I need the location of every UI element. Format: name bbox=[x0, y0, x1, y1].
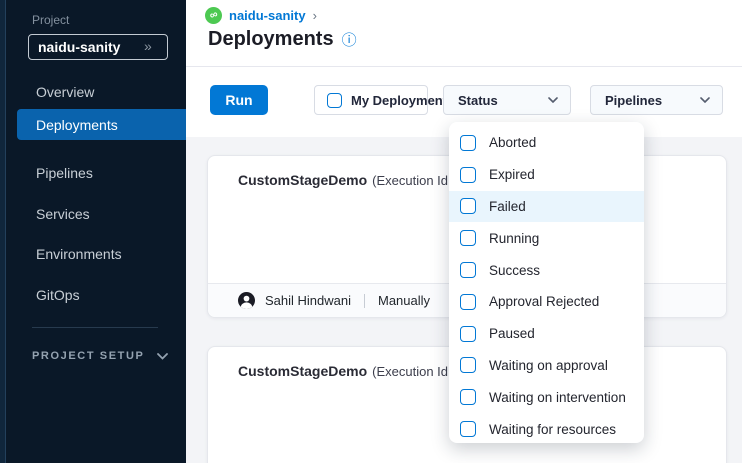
menu-item-expired[interactable]: Expired bbox=[449, 159, 644, 191]
sidebar-item-pipelines[interactable]: Pipelines bbox=[36, 165, 93, 183]
menu-item-paused[interactable]: Paused bbox=[449, 318, 644, 350]
status-filter-menu: Aborted Expired Failed Running Success A… bbox=[449, 122, 644, 443]
page-title: Deployments bbox=[208, 28, 334, 51]
checkbox[interactable] bbox=[460, 294, 476, 310]
project-setup-toggle[interactable]: PROJECT SETUP bbox=[32, 350, 168, 362]
checkbox[interactable] bbox=[460, 198, 476, 214]
pipelines-filter-label: Pipelines bbox=[605, 93, 662, 108]
info-icon[interactable]: ⓘ bbox=[342, 29, 357, 50]
my-deployments-filter[interactable]: My Deployments bbox=[314, 85, 428, 115]
menu-item-success[interactable]: Success bbox=[449, 254, 644, 286]
menu-item-aborted[interactable]: Aborted bbox=[449, 127, 644, 159]
sidebar-item-gitops[interactable]: GitOps bbox=[36, 287, 80, 305]
checkbox[interactable] bbox=[460, 262, 476, 278]
execution-id-text: (Execution Id bbox=[372, 364, 448, 379]
pipelines-filter-dropdown[interactable]: Pipelines bbox=[590, 85, 723, 115]
project-selector-input[interactable] bbox=[28, 34, 168, 60]
checkbox[interactable] bbox=[460, 389, 476, 405]
menu-item-approval-rejected[interactable]: Approval Rejected bbox=[449, 286, 644, 318]
chevron-down-icon bbox=[157, 353, 168, 360]
nav-rail bbox=[0, 0, 6, 463]
my-deployments-label: My Deployments bbox=[351, 93, 454, 108]
menu-item-running[interactable]: Running bbox=[449, 222, 644, 254]
sidebar-item-overview[interactable]: Overview bbox=[36, 84, 94, 102]
breadcrumb: ∞ naidu-sanity › bbox=[205, 7, 317, 24]
trigger-type: Manually bbox=[378, 293, 430, 308]
checkbox[interactable] bbox=[460, 421, 476, 437]
menu-item-waiting-for-resources[interactable]: Waiting for resources bbox=[449, 413, 644, 445]
breadcrumb-chevron-icon: › bbox=[313, 9, 317, 22]
sidebar-item-environments[interactable]: Environments bbox=[36, 246, 122, 264]
menu-item-failed[interactable]: Failed bbox=[449, 191, 644, 223]
sidebar-item-services[interactable]: Services bbox=[36, 206, 90, 224]
checkbox[interactable] bbox=[460, 167, 476, 183]
triggered-by-user[interactable]: Sahil Hindwani bbox=[265, 293, 351, 308]
pipeline-name[interactable]: CustomStageDemo bbox=[238, 363, 367, 379]
project-label: Project bbox=[32, 13, 69, 27]
menu-item-waiting-on-approval[interactable]: Waiting on approval bbox=[449, 350, 644, 382]
main-area: ∞ naidu-sanity › Deployments ⓘ Run My De… bbox=[186, 0, 742, 463]
status-filter-dropdown[interactable]: Status bbox=[443, 85, 571, 115]
my-deployments-checkbox[interactable] bbox=[327, 93, 342, 108]
checkbox[interactable] bbox=[460, 326, 476, 342]
header-divider bbox=[186, 66, 742, 67]
sidebar-divider bbox=[32, 327, 158, 328]
execution-id-text: (Execution Id bbox=[372, 173, 448, 188]
chevron-down-icon bbox=[548, 97, 558, 103]
cd-module-icon: ∞ bbox=[205, 7, 222, 24]
app-window: Project » Overview Deployments Pipelines… bbox=[0, 0, 742, 463]
user-avatar-icon bbox=[238, 292, 255, 309]
status-filter-label: Status bbox=[458, 93, 498, 108]
sidebar: Project » Overview Deployments Pipelines… bbox=[0, 0, 186, 463]
project-setup-label: PROJECT SETUP bbox=[32, 350, 145, 362]
checkbox[interactable] bbox=[460, 135, 476, 151]
menu-item-waiting-on-intervention[interactable]: Waiting on intervention bbox=[449, 381, 644, 413]
sidebar-item-label: Deployments bbox=[36, 117, 118, 133]
breadcrumb-project-link[interactable]: naidu-sanity bbox=[229, 8, 306, 23]
chevron-down-icon bbox=[700, 97, 710, 103]
checkbox[interactable] bbox=[460, 357, 476, 373]
run-button[interactable]: Run bbox=[210, 85, 268, 115]
sidebar-item-deployments[interactable]: Deployments bbox=[17, 109, 186, 140]
checkbox[interactable] bbox=[460, 230, 476, 246]
footer-separator bbox=[364, 294, 365, 308]
pipeline-name[interactable]: CustomStageDemo bbox=[238, 172, 367, 188]
